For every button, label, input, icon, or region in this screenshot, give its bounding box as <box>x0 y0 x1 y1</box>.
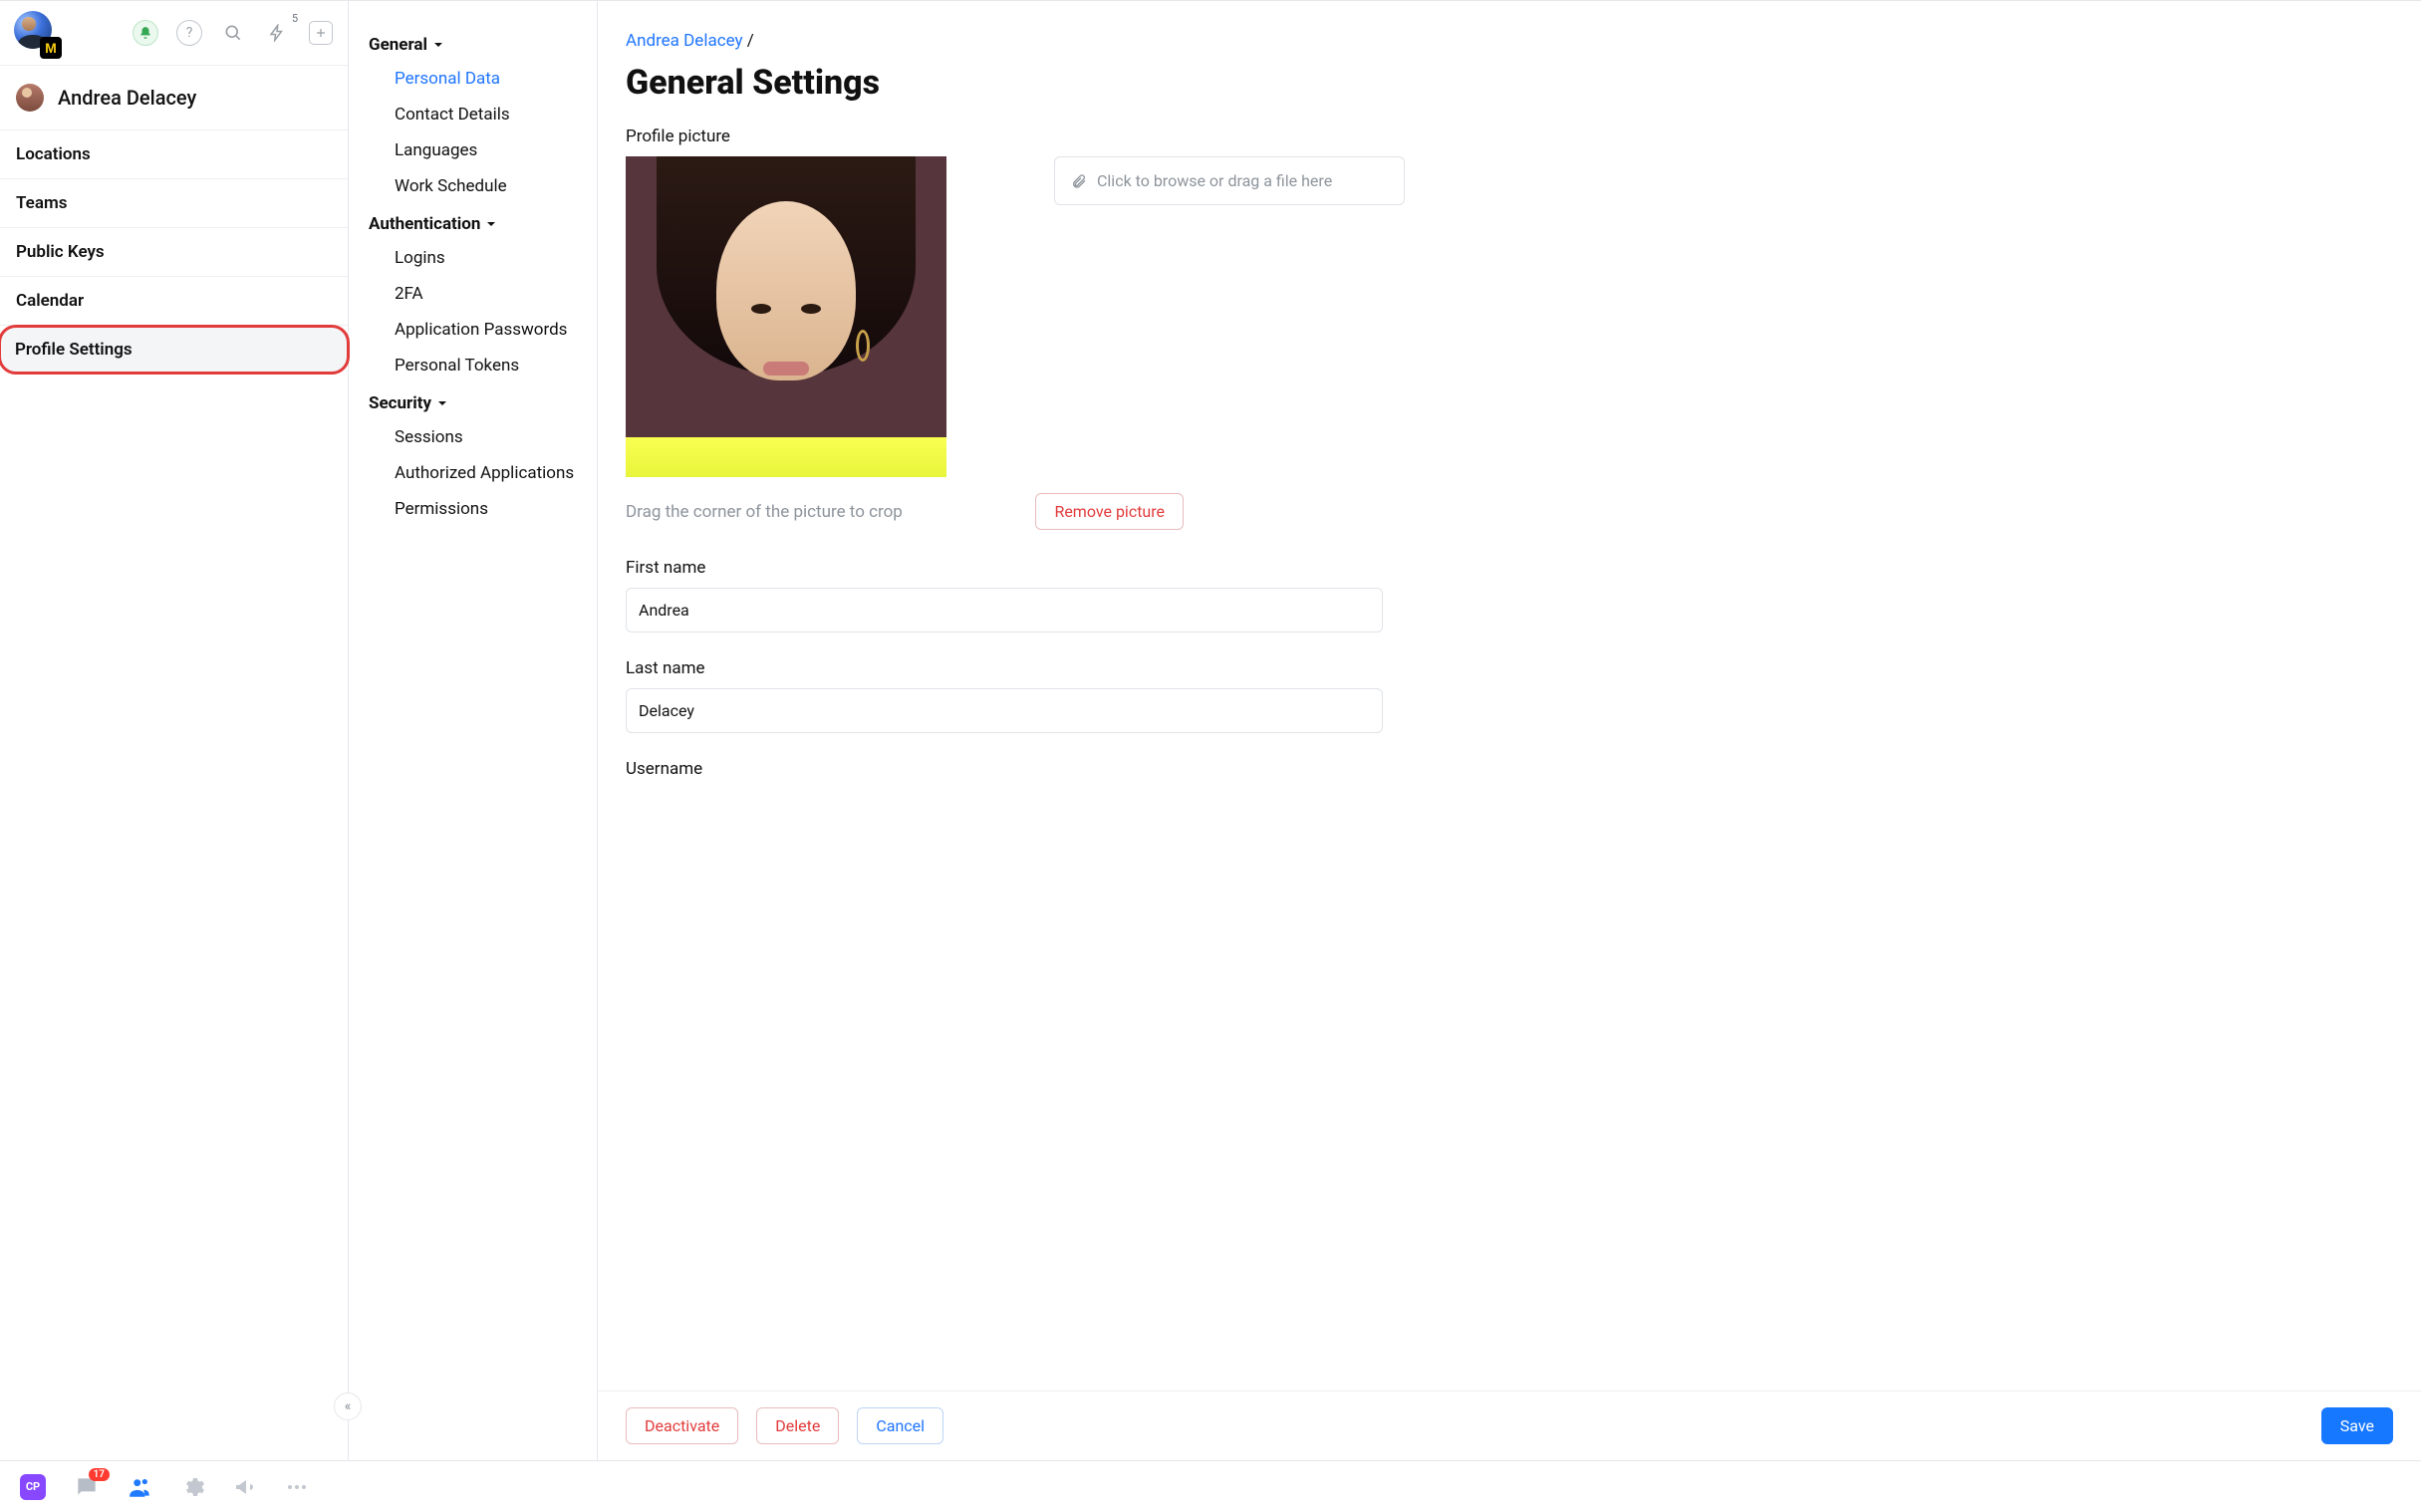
deactivate-button[interactable]: Deactivate <box>626 1407 738 1444</box>
sidebar-item-public-keys[interactable]: Public Keys <box>0 228 348 277</box>
profile-picture[interactable] <box>626 156 946 477</box>
upload-dropzone[interactable]: Click to browse or drag a file here <box>1054 156 1405 205</box>
add-button[interactable] <box>308 20 334 46</box>
sidebar-item-locations[interactable]: Locations <box>0 130 348 179</box>
remove-picture-button[interactable]: Remove picture <box>1035 493 1184 530</box>
first-name-label: First name <box>626 558 2393 578</box>
crop-hint: Drag the corner of the picture to crop <box>626 502 903 522</box>
nav-item-authorized-applications[interactable]: Authorized Applications <box>395 455 583 491</box>
nav-group-authentication[interactable]: Authentication <box>369 208 583 240</box>
person-name: Andrea Delacey <box>58 86 196 110</box>
nav-item-contact-details[interactable]: Contact Details <box>395 97 583 132</box>
page-title: General Settings <box>626 63 2393 103</box>
paperclip-icon <box>1071 173 1087 189</box>
lightning-badge: 5 <box>292 12 298 25</box>
bottombar-cp[interactable]: CP <box>20 1474 46 1500</box>
chevron-down-icon <box>486 219 496 229</box>
nav-item-personal-data[interactable]: Personal Data <box>395 61 583 97</box>
first-name-input[interactable] <box>626 588 1383 632</box>
user-avatar[interactable]: M <box>14 11 58 55</box>
avatar-overlay-badge: M <box>40 37 62 59</box>
notifications-icon[interactable] <box>133 20 158 46</box>
last-name-label: Last name <box>626 658 2393 678</box>
sidebar-item-teams[interactable]: Teams <box>0 179 348 228</box>
bottombar-chat-icon[interactable]: 17 <box>74 1474 100 1500</box>
username-label: Username <box>626 759 2393 779</box>
profile-picture-label: Profile picture <box>626 126 2393 146</box>
nav-item-app-passwords[interactable]: Application Passwords <box>395 312 583 348</box>
sidebar-item-profile-settings[interactable]: Profile Settings <box>0 325 350 375</box>
bottombar-megaphone-icon[interactable] <box>233 1475 257 1499</box>
breadcrumb[interactable]: Andrea Delacey / <box>626 31 2393 51</box>
sidebar-item-calendar[interactable]: Calendar <box>0 277 348 326</box>
lightning-icon[interactable]: 5 <box>264 20 290 46</box>
nav-group-security[interactable]: Security <box>369 387 583 419</box>
bottombar-people-icon[interactable] <box>128 1474 153 1500</box>
chat-badge: 17 <box>89 1468 110 1481</box>
nav-item-personal-tokens[interactable]: Personal Tokens <box>395 348 583 383</box>
nav-item-logins[interactable]: Logins <box>395 240 583 276</box>
nav-item-2fa[interactable]: 2FA <box>395 276 583 312</box>
chevron-down-icon <box>433 40 443 50</box>
bottombar-gear-icon[interactable] <box>181 1475 205 1499</box>
delete-button[interactable]: Delete <box>756 1407 839 1444</box>
nav-item-work-schedule[interactable]: Work Schedule <box>395 168 583 204</box>
nav-item-languages[interactable]: Languages <box>395 132 583 168</box>
nav-group-general[interactable]: General <box>369 29 583 61</box>
chevron-down-icon <box>437 398 447 408</box>
cancel-button[interactable]: Cancel <box>857 1407 943 1444</box>
bottombar-more-icon[interactable] <box>285 1475 309 1499</box>
collapse-sidebar-button[interactable]: « <box>334 1392 362 1420</box>
person-avatar <box>16 84 44 112</box>
nav-item-sessions[interactable]: Sessions <box>395 419 583 455</box>
help-icon[interactable]: ? <box>176 20 202 46</box>
last-name-input[interactable] <box>626 688 1383 733</box>
nav-item-permissions[interactable]: Permissions <box>395 491 583 527</box>
save-button[interactable]: Save <box>2321 1407 2393 1444</box>
search-icon[interactable] <box>220 20 246 46</box>
person-header[interactable]: Andrea Delacey <box>0 65 348 130</box>
